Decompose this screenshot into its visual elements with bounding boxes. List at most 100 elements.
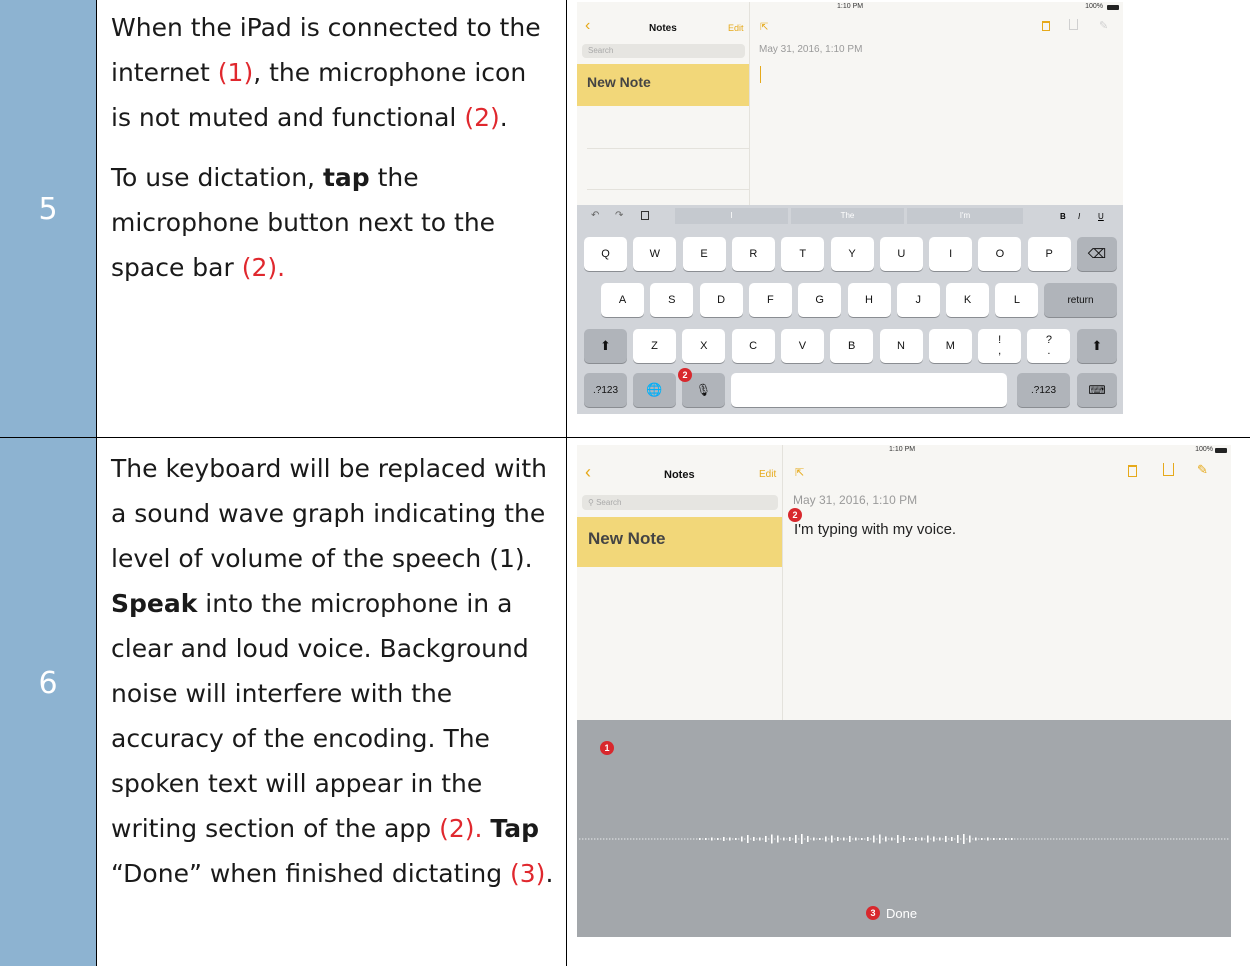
status-battery: 100% — [1195, 446, 1213, 453]
key-v[interactable]: V — [780, 329, 824, 363]
waveform-baseline-dot — [1059, 838, 1061, 840]
waveform-bar — [699, 838, 701, 840]
search-input[interactable]: ⚲ Search — [582, 495, 778, 510]
waveform-bar — [891, 837, 893, 841]
key-z[interactable]: Z — [633, 329, 676, 363]
waveform-bar — [723, 837, 725, 841]
underline-button[interactable]: U — [1098, 212, 1104, 221]
suggestion-3[interactable]: I'm — [907, 208, 1023, 224]
waveform-bar — [999, 838, 1001, 840]
space-bar[interactable] — [731, 373, 1007, 407]
waveform-baseline-dot — [984, 838, 986, 840]
edit-button[interactable]: Edit — [759, 469, 776, 480]
key-x[interactable]: X — [682, 329, 726, 363]
instruction-segment: Tap — [490, 814, 540, 843]
waveform-bar — [795, 835, 797, 843]
waveform-baseline-dot — [591, 838, 593, 840]
row-divider — [0, 437, 1250, 438]
key-w[interactable]: W — [633, 237, 677, 271]
key-u[interactable]: U — [879, 237, 923, 271]
key-f[interactable]: F — [748, 283, 792, 317]
waveform-baseline-dot — [612, 838, 614, 840]
waveform-baseline-dot — [1146, 838, 1148, 840]
note-date: May 31, 2016, 1:10 PM — [793, 493, 918, 507]
key-question[interactable]: ? . — [1027, 329, 1071, 363]
waveform-baseline-dot — [1188, 838, 1190, 840]
key-o[interactable]: O — [978, 237, 1022, 271]
waveform-baseline-dot — [960, 838, 962, 840]
keyboard-hide-icon: ⌨ — [1088, 383, 1106, 397]
waveform-baseline-dot — [678, 838, 680, 840]
key-l[interactable]: L — [995, 283, 1039, 317]
search-icon: ⚲ — [588, 498, 597, 507]
status-time: 1:10 PM — [837, 3, 864, 10]
key-m[interactable]: M — [928, 329, 972, 363]
key-j[interactable]: J — [896, 283, 940, 317]
undo-icon[interactable]: ↶ — [591, 210, 599, 221]
note-list-item[interactable]: New Note — [577, 64, 749, 106]
waveform-baseline-dot — [834, 838, 836, 840]
key-d[interactable]: D — [699, 283, 743, 317]
compose-icon[interactable]: ✎ — [1197, 462, 1208, 478]
waveform-baseline-dot — [702, 838, 704, 840]
trash-icon[interactable] — [1128, 465, 1137, 477]
redo-icon[interactable]: ↷ — [615, 210, 623, 221]
key-k[interactable]: K — [946, 283, 990, 317]
key-n[interactable]: N — [879, 329, 923, 363]
globe-key[interactable]: 🌐 — [633, 373, 676, 407]
key-y[interactable]: Y — [830, 237, 874, 271]
suggestion-1[interactable]: I — [675, 208, 788, 224]
compose-icon[interactable]: ✎ — [1099, 19, 1108, 32]
waveform-baseline-dot — [1026, 838, 1028, 840]
edit-button[interactable]: Edit — [728, 23, 744, 33]
shift-key-right[interactable]: ⬆ — [1077, 329, 1117, 363]
key-b[interactable]: B — [830, 329, 874, 363]
waveform-bar — [981, 838, 983, 840]
waveform-baseline-dot — [894, 838, 896, 840]
share-icon[interactable] — [1163, 463, 1174, 476]
chevron-left-icon[interactable]: ‹ — [585, 463, 591, 481]
key-e[interactable]: E — [682, 237, 726, 271]
share-icon[interactable] — [1069, 19, 1078, 30]
key-a[interactable]: A — [601, 283, 644, 317]
key-t[interactable]: T — [781, 237, 825, 271]
numbers-key-right[interactable]: .?123 — [1017, 373, 1070, 407]
italic-button[interactable]: I — [1078, 212, 1080, 221]
key-g[interactable]: G — [798, 283, 842, 317]
expand-icon[interactable]: ⇱ — [795, 466, 804, 479]
key-q[interactable]: Q — [584, 237, 627, 271]
key-p[interactable]: P — [1027, 237, 1071, 271]
key-r[interactable]: R — [731, 237, 775, 271]
return-key[interactable]: return — [1044, 283, 1117, 317]
key-c[interactable]: C — [731, 329, 775, 363]
waveform-baseline-dot — [603, 838, 605, 840]
search-placeholder: Search — [588, 46, 614, 55]
bold-button[interactable]: B — [1060, 212, 1066, 221]
suggestion-2[interactable]: The — [791, 208, 904, 224]
shift-key-left[interactable]: ⬆ — [584, 329, 627, 363]
waveform-baseline-dot — [636, 838, 638, 840]
waveform-baseline-dot — [609, 838, 611, 840]
numbers-key-left[interactable]: .?123 — [584, 373, 627, 407]
note-list-item[interactable]: New Note — [577, 517, 782, 567]
search-input[interactable]: Search — [582, 44, 745, 58]
instruction-segment: into the microphone in a clear and loud … — [111, 589, 529, 843]
key-s[interactable]: S — [650, 283, 694, 317]
paste-icon[interactable] — [641, 211, 649, 220]
note-body-text[interactable]: I'm typing with my voice. — [794, 521, 956, 538]
waveform-baseline-dot — [621, 838, 623, 840]
microphone-key[interactable]: 🎙 2 — [678, 368, 725, 407]
waveform-baseline-dot — [726, 838, 728, 840]
waveform-baseline-dot — [750, 838, 752, 840]
sound-wave-graph — [579, 834, 1229, 844]
expand-icon[interactable]: ⇱ — [760, 22, 768, 33]
key-h[interactable]: H — [847, 283, 891, 317]
chevron-left-icon[interactable]: ‹ — [585, 18, 590, 34]
waveform-baseline-dot — [1101, 838, 1103, 840]
key-i[interactable]: I — [929, 237, 973, 271]
delete-key[interactable]: ⌫ — [1077, 237, 1117, 271]
trash-icon[interactable] — [1042, 21, 1050, 31]
key-exclamation[interactable]: ! , — [978, 329, 1022, 363]
keyboard-hide-key[interactable]: ⌨ — [1077, 373, 1117, 407]
waveform-baseline-dot — [852, 838, 854, 840]
